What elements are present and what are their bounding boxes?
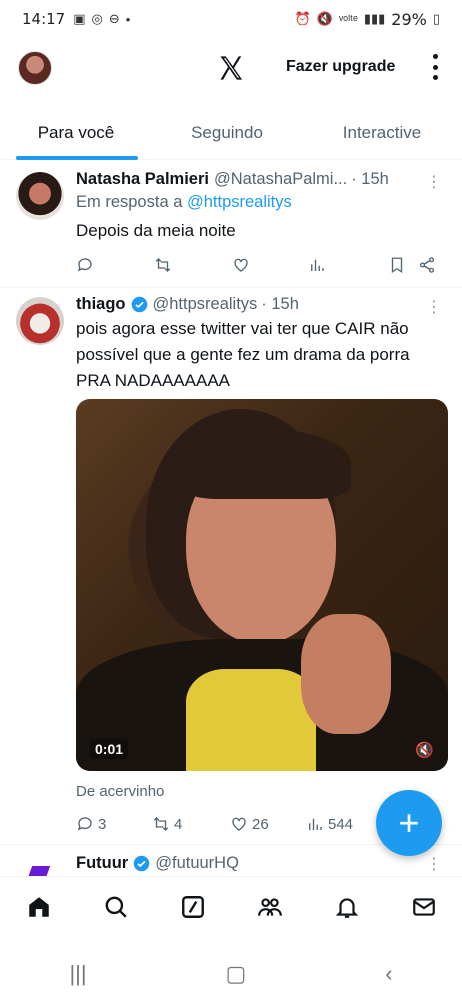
x-logo-icon[interactable]	[217, 54, 245, 82]
upgrade-button[interactable]: Fazer upgrade	[286, 58, 395, 76]
battery-icon: ▯	[432, 11, 440, 26]
tweet-time: · 15h	[261, 295, 299, 313]
nav-grok[interactable]	[180, 894, 206, 925]
like-count: 26	[252, 815, 269, 833]
bookmark-button[interactable]	[388, 256, 418, 274]
retweet-icon	[155, 258, 171, 272]
author-name[interactable]: Futuur	[76, 854, 128, 873]
status-time: 14:17	[22, 10, 66, 28]
tweet-more-icon[interactable]: ⋮	[426, 854, 442, 874]
views-button[interactable]	[308, 256, 388, 274]
author-handle[interactable]: @futuurHQ	[155, 854, 239, 873]
nav-home[interactable]	[26, 894, 52, 925]
tab-interactive[interactable]: Interactive	[302, 108, 462, 159]
system-nav: ||| ▢ ‹	[0, 948, 462, 1000]
nav-messages[interactable]	[411, 894, 437, 925]
reply-count: 3	[98, 815, 107, 833]
share-button[interactable]	[418, 256, 436, 274]
tweet-more-icon[interactable]: ⋮	[426, 172, 442, 192]
retweet-count: 4	[174, 815, 183, 833]
tab-seguindo[interactable]: Seguindo	[152, 108, 302, 159]
battery-percent: 29%	[391, 9, 427, 29]
heart-icon	[234, 258, 248, 272]
nav-communities[interactable]	[257, 894, 283, 925]
home-icon	[28, 897, 49, 917]
reply-button[interactable]: 3	[76, 815, 152, 833]
author-name[interactable]: Natasha Palmieri	[76, 170, 209, 189]
tweet-more-icon[interactable]: ⋮	[426, 297, 442, 317]
dnd-icon: ⊖	[108, 11, 120, 26]
search-icon	[105, 896, 127, 918]
nav-search[interactable]	[103, 894, 129, 925]
tab-para-voce[interactable]: Para você	[0, 108, 152, 160]
tweet-text: Depois da meia noite	[76, 221, 236, 240]
more-notifications-dot-icon: •	[125, 11, 131, 27]
profile-avatar[interactable]	[18, 51, 52, 85]
avatar[interactable]	[16, 172, 64, 220]
heart-icon	[232, 817, 246, 831]
back-icon[interactable]: ‹	[385, 961, 392, 987]
alarm-icon: ⏰	[294, 11, 311, 26]
video-source[interactable]: De acervinho	[76, 783, 164, 800]
tweet-text: pois agora esse twitter vai ter que CAIR…	[76, 319, 410, 390]
reply-button[interactable]	[76, 256, 154, 274]
reply-mention-link[interactable]: @httpsrealitys	[187, 193, 292, 211]
bell-icon	[335, 898, 358, 918]
instagram-notification-icon: ◎	[91, 11, 103, 26]
timeline-tabs: Para você Seguindo Interactive	[0, 108, 462, 160]
author-name[interactable]: thiago	[76, 295, 126, 314]
status-bar: 14:17 ▣ ◎ ⊖ • ⏰ 🔇 ᵛᵒˡᵗᵉ ▮▮▮ 29% ▯	[0, 0, 462, 38]
recent-apps-icon[interactable]: |||	[69, 961, 86, 987]
volte-icon: ᵛᵒˡᵗᵉ	[338, 11, 358, 27]
tweet-video[interactable]: thiago @httpsrealitys · 15h pois agora e…	[0, 289, 462, 845]
retweet-icon	[153, 817, 169, 831]
nav-notifications[interactable]	[334, 894, 360, 925]
app-header: Fazer upgrade	[0, 42, 462, 94]
bookmark-icon	[391, 257, 403, 274]
author-handle[interactable]: @httpsrealitys	[153, 295, 258, 314]
verified-badge-icon	[131, 296, 147, 313]
reply-context: Em resposta a @httpsrealitys	[76, 193, 448, 212]
plus-icon: +	[398, 802, 420, 843]
verified-badge-icon	[133, 855, 150, 872]
views-icon	[311, 259, 324, 271]
like-button[interactable]: 26	[230, 815, 306, 833]
home-system-icon[interactable]: ▢	[226, 961, 247, 987]
mute-icon[interactable]: 🔇	[415, 741, 434, 759]
grok-icon	[181, 896, 204, 918]
gallery-notification-icon: ▣	[73, 11, 86, 26]
like-button[interactable]	[232, 256, 308, 274]
futuur-logo-icon	[27, 866, 51, 876]
5g-signal-icon: ▮▮▮	[363, 11, 386, 26]
avatar[interactable]	[16, 297, 64, 345]
more-options-icon[interactable]	[430, 54, 440, 80]
retweet-button[interactable]	[154, 256, 232, 274]
reply-prefix: Em resposta a	[76, 193, 183, 211]
reply-icon	[77, 817, 92, 831]
views-icon	[309, 818, 322, 830]
views-count: 544	[328, 815, 354, 833]
retweet-button[interactable]: 4	[152, 815, 230, 833]
compose-post-button[interactable]: +	[376, 790, 442, 856]
views-button[interactable]: 544	[306, 815, 353, 833]
share-icon	[419, 257, 435, 273]
tweet-video-player[interactable]: 0:01 🔇	[76, 399, 448, 771]
reply-icon	[77, 258, 92, 272]
mail-icon	[412, 898, 435, 916]
author-handle[interactable]: @NatashaPalmi...	[214, 170, 347, 189]
communities-icon	[257, 898, 282, 916]
bottom-nav	[0, 876, 462, 942]
mute-icon: 🔇	[316, 11, 333, 26]
tweet-reply[interactable]: Natasha Palmieri @NatashaPalmi... · 15h …	[0, 162, 462, 288]
tweet-time: · 15h	[351, 170, 389, 188]
video-timer: 0:01	[90, 739, 129, 759]
